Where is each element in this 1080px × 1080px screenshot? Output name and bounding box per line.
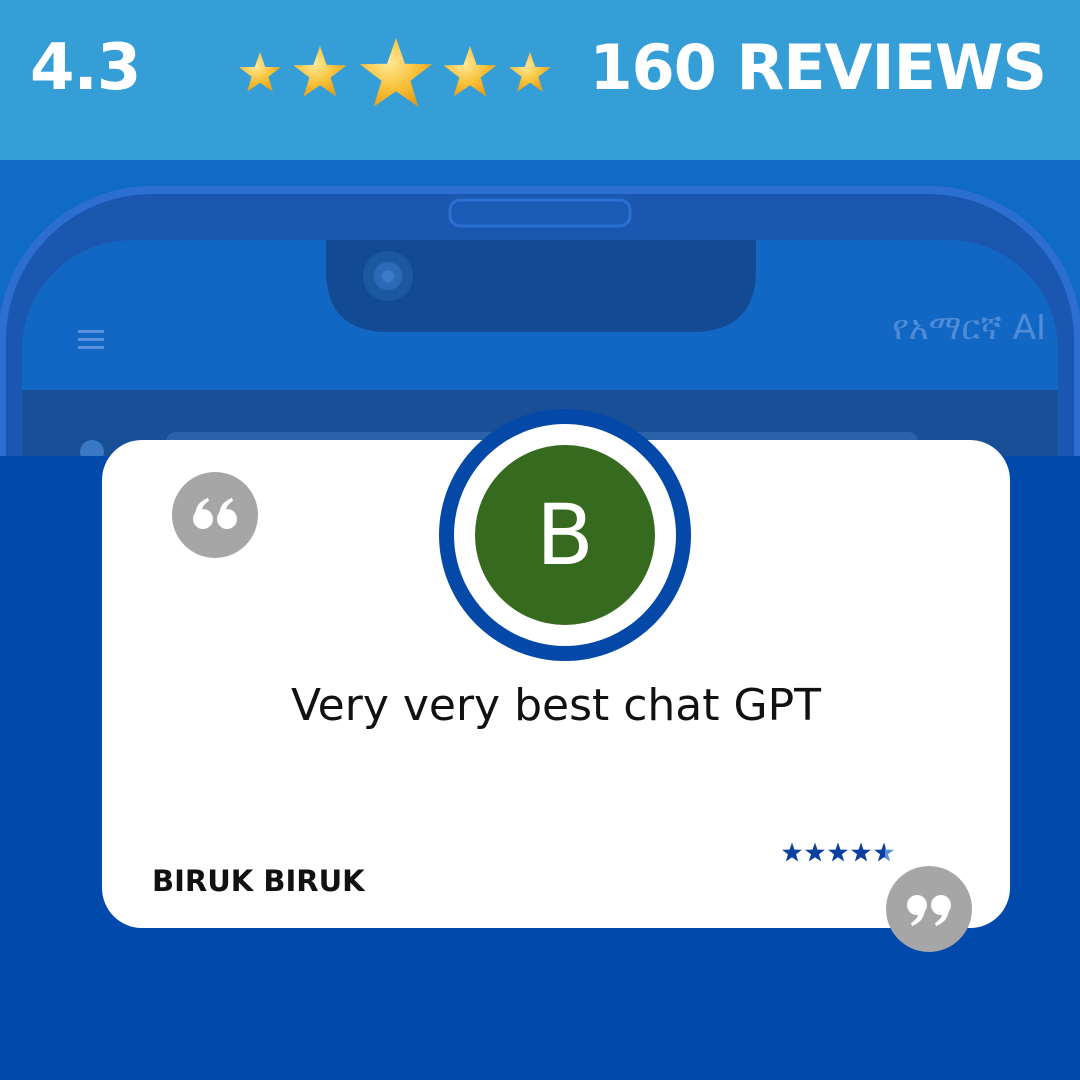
star-icon: [239, 52, 281, 92]
app-title: የአማርኛ AI: [892, 308, 1046, 348]
review-stars: [782, 842, 894, 862]
star-icon: [805, 842, 825, 862]
star-icon: [509, 52, 551, 92]
star-icon: [851, 842, 871, 862]
close-quote-icon: [886, 866, 972, 952]
star-icon: [293, 46, 347, 97]
camera-lens-icon: [363, 251, 413, 301]
review-text: Very very best chat GPT: [290, 680, 822, 731]
rating-number: 4.3: [30, 31, 141, 105]
rating-stars: [239, 38, 551, 107]
star-icon: [874, 842, 894, 862]
reviewer-name: BIRUK BIRUK: [152, 864, 365, 898]
hamburger-menu-icon[interactable]: [78, 328, 106, 352]
star-icon: [443, 46, 497, 97]
star-icon: [782, 842, 802, 862]
reviews-count: 160 REVIEWS: [589, 31, 1047, 104]
rating-header: 4.3 160 REVIEWS: [0, 0, 1080, 160]
open-quote-icon: [172, 472, 258, 558]
avatar: B: [475, 445, 655, 625]
star-icon: [359, 38, 433, 107]
star-icon: [828, 842, 848, 862]
